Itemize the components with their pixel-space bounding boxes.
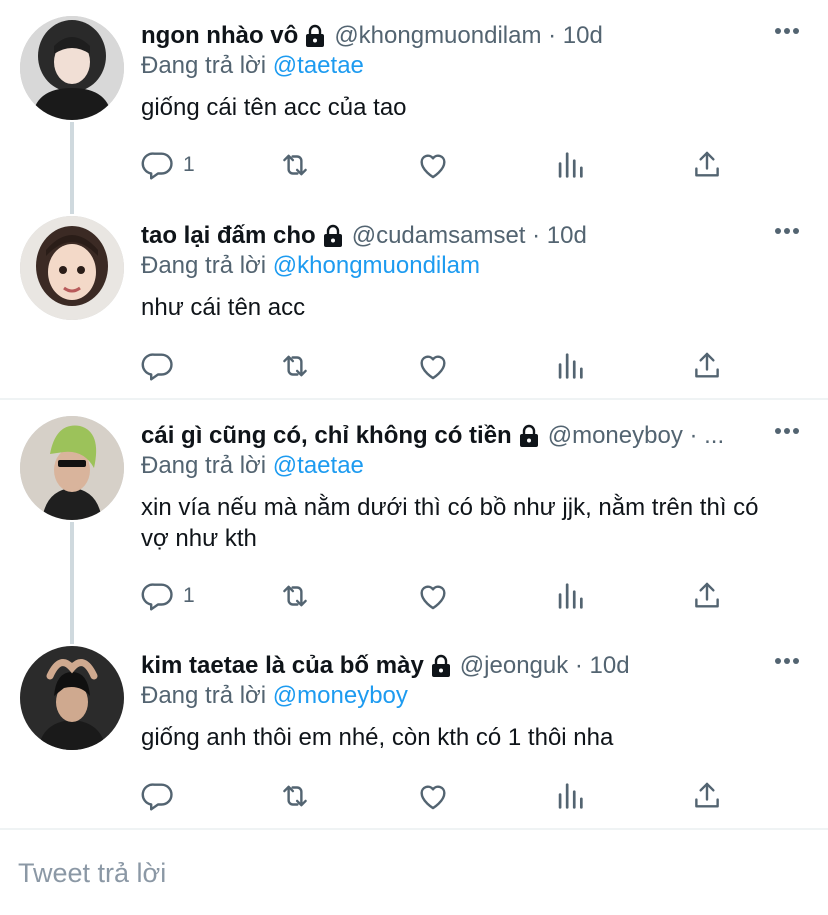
analytics-button[interactable] — [553, 346, 587, 386]
retweet-icon — [278, 779, 312, 813]
divider — [0, 828, 828, 830]
action-bar — [141, 776, 741, 816]
tweet-text: như cái tên acc — [141, 294, 306, 321]
tweet-text: giống anh thôi em nhé, còn kth có 1 thôi… — [141, 724, 614, 751]
more-options-icon[interactable] — [774, 26, 800, 36]
more-options-icon[interactable] — [774, 656, 800, 666]
retweet-button[interactable] — [278, 145, 312, 185]
display-name[interactable]: cái gì cũng có, chỉ không có tiền — [141, 422, 512, 450]
handle-and-time[interactable]: @khongmuondilam · 10d — [334, 22, 603, 50]
analytics-icon — [553, 349, 587, 383]
replying-to-label: Đang trả lời — [141, 52, 273, 79]
like-button[interactable] — [416, 576, 450, 616]
avatar[interactable] — [20, 216, 124, 320]
share-button[interactable] — [690, 346, 724, 386]
display-name[interactable]: ngon nhào vô — [141, 22, 298, 50]
tweet[interactable]: cái gì cũng có, chỉ không có tiền @money… — [0, 400, 828, 630]
reply-compose-input[interactable]: Tweet trả lời — [18, 858, 166, 889]
analytics-icon — [553, 579, 587, 613]
avatar[interactable] — [20, 646, 124, 750]
analytics-button[interactable] — [553, 776, 587, 816]
reply-button[interactable] — [141, 346, 183, 386]
reply-button[interactable]: 1 — [141, 145, 195, 185]
like-button[interactable] — [416, 145, 450, 185]
tweet-header: ngon nhào vô @khongmuondilam · 10d — [141, 20, 768, 52]
reply-icon — [141, 779, 175, 813]
replying-to-label: Đang trả lời — [141, 252, 273, 279]
retweet-icon — [278, 579, 312, 613]
reply-count: 1 — [183, 584, 195, 607]
tweet[interactable]: tao lại đấm cho @cudamsamset · 10d Đang … — [0, 200, 828, 398]
like-icon — [416, 349, 450, 383]
analytics-icon — [553, 779, 587, 813]
like-button[interactable] — [416, 346, 450, 386]
tweet-header: tao lại đấm cho @cudamsamset · 10d — [141, 220, 768, 252]
retweet-button[interactable] — [278, 346, 312, 386]
action-bar: 1 — [141, 576, 741, 616]
lock-icon — [518, 424, 540, 448]
replying-to: Đang trả lời @taetae — [141, 452, 364, 480]
reply-icon — [141, 349, 175, 383]
tweet-header: cái gì cũng có, chỉ không có tiền @money… — [141, 420, 768, 452]
share-button[interactable] — [690, 145, 724, 185]
reply-icon — [141, 148, 175, 182]
share-button[interactable] — [690, 576, 724, 616]
retweet-icon — [278, 349, 312, 383]
share-icon — [690, 779, 724, 813]
handle-and-time[interactable]: @cudamsamset · 10d — [352, 222, 587, 250]
tweet[interactable]: kim taetae là của bố mày @jeonguk · 10d … — [0, 630, 828, 828]
retweet-button[interactable] — [278, 776, 312, 816]
mention-link[interactable]: @taetae — [273, 52, 364, 79]
replying-to-label: Đang trả lời — [141, 452, 273, 479]
lock-icon — [304, 24, 326, 48]
more-options-icon[interactable] — [774, 426, 800, 436]
mention-link[interactable]: @taetae — [273, 452, 364, 479]
lock-icon — [430, 654, 452, 678]
replying-to: Đang trả lời @moneyboy — [141, 682, 408, 710]
analytics-button[interactable] — [553, 145, 587, 185]
tweet-text: giống cái tên acc của tao — [141, 94, 407, 121]
reply-icon — [141, 579, 175, 613]
handle-and-time[interactable]: @moneyboy · ... — [548, 422, 724, 450]
mention-link[interactable]: @khongmuondilam — [273, 252, 480, 279]
share-icon — [690, 579, 724, 613]
tweet-text: xin vía nếu mà nằm dưới thì có bồ như jj… — [141, 494, 759, 552]
analytics-icon — [553, 148, 587, 182]
share-button[interactable] — [690, 776, 724, 816]
retweet-icon — [278, 148, 312, 182]
more-options-icon[interactable] — [774, 226, 800, 236]
like-icon — [416, 779, 450, 813]
reply-count: 1 — [183, 153, 195, 176]
action-bar: 1 — [141, 145, 741, 185]
tweet-header: kim taetae là của bố mày @jeonguk · 10d — [141, 650, 768, 682]
replying-to: Đang trả lời @khongmuondilam — [141, 252, 480, 280]
like-icon — [416, 579, 450, 613]
action-bar — [141, 346, 741, 386]
analytics-button[interactable] — [553, 576, 587, 616]
tweet[interactable]: ngon nhào vô @khongmuondilam · 10d Đang … — [0, 0, 828, 200]
display-name[interactable]: tao lại đấm cho — [141, 222, 316, 250]
reply-button[interactable] — [141, 776, 183, 816]
reply-button[interactable]: 1 — [141, 576, 195, 616]
mention-link[interactable]: @moneyboy — [273, 682, 408, 709]
replying-to-label: Đang trả lời — [141, 682, 273, 709]
avatar[interactable] — [20, 16, 124, 120]
like-button[interactable] — [416, 776, 450, 816]
retweet-button[interactable] — [278, 576, 312, 616]
replying-to: Đang trả lời @taetae — [141, 52, 364, 80]
display-name[interactable]: kim taetae là của bố mày — [141, 652, 424, 680]
lock-icon — [322, 224, 344, 248]
avatar[interactable] — [20, 416, 124, 520]
share-icon — [690, 148, 724, 182]
like-icon — [416, 148, 450, 182]
handle-and-time[interactable]: @jeonguk · 10d — [460, 652, 630, 680]
share-icon — [690, 349, 724, 383]
